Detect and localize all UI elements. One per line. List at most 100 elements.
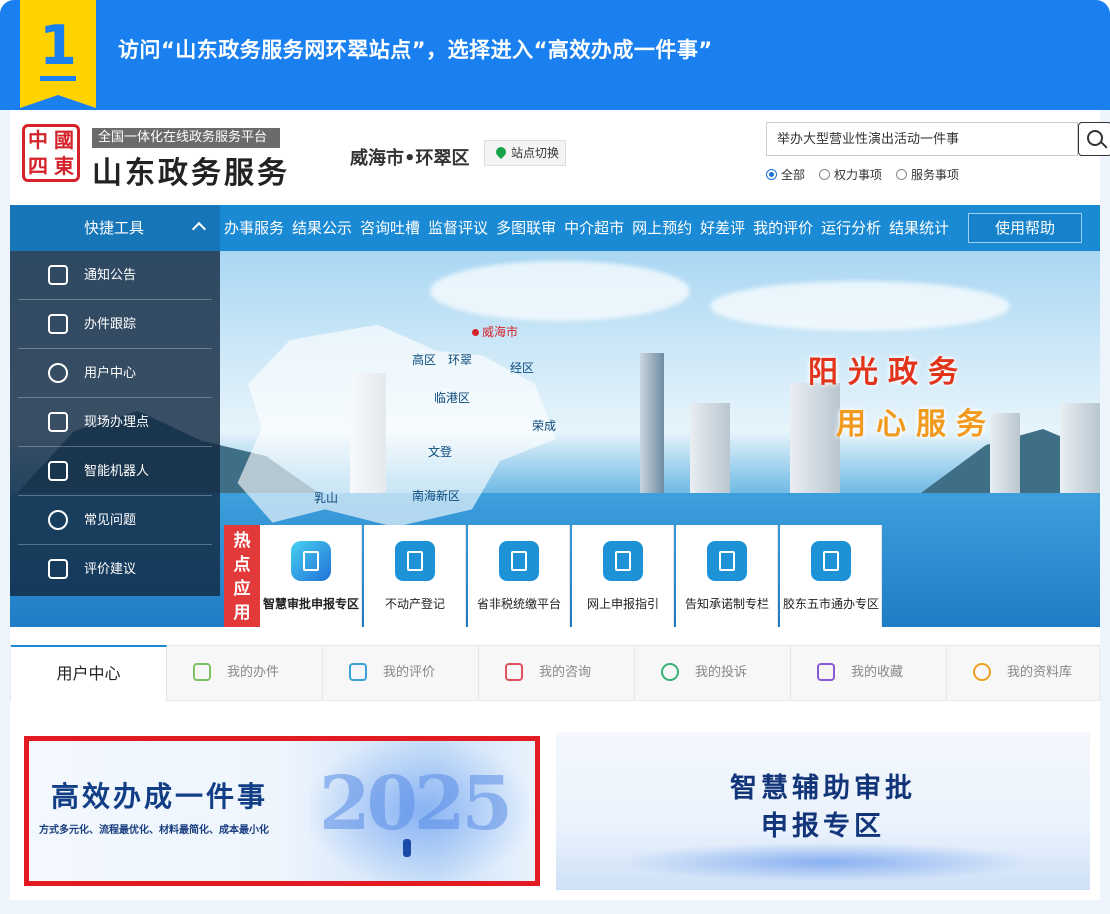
nav-item[interactable]: 好差评	[696, 205, 749, 251]
promo-one-thing-efficiently[interactable]: 2025 高效办成一件事 方式多元化、流程最优化、材料最简化、成本最小化	[24, 736, 540, 886]
icon-glyph	[407, 551, 423, 571]
nav-item[interactable]: 多图联审	[492, 205, 560, 251]
sidebar-item-robot[interactable]: 智能机器人	[18, 447, 212, 496]
document-icon	[707, 541, 747, 581]
help-button[interactable]: 使用帮助	[968, 213, 1082, 243]
quick-tools-label: 快捷工具	[84, 219, 145, 237]
hot-app-online-guide[interactable]: 网上申报指引	[572, 525, 674, 627]
nav-item[interactable]: 结果统计	[885, 205, 953, 251]
search-button[interactable]	[1078, 122, 1110, 156]
hot-app-smart-approval[interactable]: 智慧审批申报专区	[260, 525, 362, 627]
building-shape	[790, 383, 840, 493]
icon-glyph	[719, 551, 735, 571]
tab-label: 我的投诉	[695, 665, 748, 680]
site-switch-label: 站点切换	[511, 146, 560, 160]
map-label: 环翠	[448, 353, 473, 367]
step-underline	[40, 76, 76, 81]
sidebar-item-tracking[interactable]: 办件跟踪	[18, 300, 212, 349]
hot-app-tax-payment[interactable]: 省非税统缴平台	[468, 525, 570, 627]
tab-my-reviews[interactable]: 我的评价	[323, 646, 479, 700]
paper-plane-icon	[48, 314, 68, 334]
sidebar-item-user-center[interactable]: 用户中心	[18, 349, 212, 398]
radio-label: 服务事项	[911, 168, 960, 182]
site-switch-button[interactable]: 站点切换	[484, 140, 566, 166]
seal-char: 四	[28, 154, 48, 178]
icon-glyph	[615, 551, 631, 571]
radio-label: 权力事项	[834, 168, 883, 182]
nav-items: 办事服务 结果公示 咨询吐槽 监督评议 多图联审 中介超市 网上预约 好差评 我…	[220, 205, 953, 251]
sidebar-item-notice[interactable]: 通知公告	[18, 251, 212, 300]
sidebar-item-label: 用户中心	[84, 366, 137, 381]
building-icon	[395, 541, 435, 581]
hot-app-jiaodong[interactable]: 胶东五市通办专区	[780, 525, 882, 627]
tab-my-complaints[interactable]: 我的投诉	[635, 646, 791, 700]
hot-app-label: 网上申报指引	[586, 597, 659, 611]
nav-item[interactable]: 结果公示	[288, 205, 356, 251]
user-icon	[48, 363, 68, 383]
icon-glyph	[823, 551, 839, 571]
logo-title[interactable]: 山东政务服务	[92, 148, 290, 192]
building-shape	[690, 403, 730, 493]
map-region-icon	[811, 541, 851, 581]
tab-label: 我的办件	[227, 665, 280, 680]
map-label: 荣成	[532, 419, 557, 433]
hot-app-label: 智慧审批申报专区	[262, 597, 359, 611]
hot-apps-tag: 热点应用	[224, 525, 260, 627]
logo-seal[interactable]: 中 國 四 東	[22, 124, 80, 182]
tab-label: 我的收藏	[851, 665, 904, 680]
sidebar-item-onsite[interactable]: 现场办理点	[18, 398, 212, 447]
cloud-shape	[430, 261, 690, 321]
icon-glyph	[511, 551, 527, 571]
building-shape	[1060, 403, 1100, 493]
promo-light-beam	[616, 842, 1036, 882]
sidebar-item-feedback[interactable]: 评价建议	[18, 545, 212, 594]
cloud-shape	[710, 281, 1010, 331]
sidebar-item-faq[interactable]: 常见问题	[18, 496, 212, 545]
promo-smart-approval[interactable]: 智慧辅助审批 申报专区	[556, 732, 1090, 890]
nav-item[interactable]: 我的评价	[749, 205, 817, 251]
sidebar-item-label: 办件跟踪	[84, 317, 137, 332]
nav-item[interactable]: 监督评议	[424, 205, 492, 251]
tab-my-library[interactable]: 我的资料库	[947, 646, 1103, 700]
tab-my-consult[interactable]: 我的咨询	[479, 646, 635, 700]
tab-my-favorites[interactable]: 我的收藏	[791, 646, 947, 700]
nav-item[interactable]: 办事服务	[220, 205, 288, 251]
map-label: 文登	[428, 445, 453, 459]
hot-app-real-estate[interactable]: 不动产登记	[364, 525, 466, 627]
nav-item[interactable]: 网上预约	[628, 205, 696, 251]
map-label: 临港区	[434, 391, 471, 405]
stamp-icon	[48, 412, 68, 432]
map-label: 南海新区	[412, 489, 461, 503]
radio-all[interactable]: 全部	[766, 166, 805, 183]
search-input[interactable]: 举办大型营业性演出活动一件事	[766, 122, 1078, 156]
nav-item[interactable]: 运行分析	[817, 205, 885, 251]
current-city: 威海市•环翠区	[350, 148, 470, 169]
tab-label: 我的评价	[383, 665, 436, 680]
promo-title-line: 申报专区	[761, 811, 885, 842]
seal-char: 國	[54, 128, 74, 152]
map-label: 乳山	[314, 491, 339, 505]
sidebar-item-label: 通知公告	[84, 268, 137, 283]
location-pin-icon	[493, 144, 509, 160]
map-label: 经区	[510, 361, 535, 375]
tab-my-cases[interactable]: 我的办件	[167, 646, 323, 700]
gear-chip-icon	[291, 541, 331, 581]
chat-icon	[505, 663, 523, 681]
quick-tools-toggle[interactable]: 快捷工具	[10, 205, 220, 251]
medal-icon	[349, 663, 367, 681]
instruction-text: 访问“山东政务服务网环翠站点”，选择进入“高效办成一件事”	[118, 38, 713, 62]
hot-app-commitment[interactable]: 告知承诺制专栏	[676, 525, 778, 627]
user-center-title[interactable]: 用户中心	[11, 645, 167, 701]
nav-item[interactable]: 咨询吐槽	[356, 205, 424, 251]
search-scope-radios: 全部 权力事项 服务事项	[766, 166, 959, 183]
nav-item[interactable]: 中介超市	[560, 205, 628, 251]
phone-icon	[661, 663, 679, 681]
pencil-icon	[193, 663, 211, 681]
sidebar-item-label: 现场办理点	[84, 415, 150, 430]
map-label: 威海市	[472, 323, 518, 340]
hot-app-label: 胶东五市通办专区	[782, 597, 879, 611]
radio-service-items[interactable]: 服务事项	[896, 166, 959, 183]
radio-power-items[interactable]: 权力事项	[819, 166, 882, 183]
chevron-up-icon	[191, 221, 207, 237]
slogan-sunshine: 阳光政务	[808, 355, 968, 390]
